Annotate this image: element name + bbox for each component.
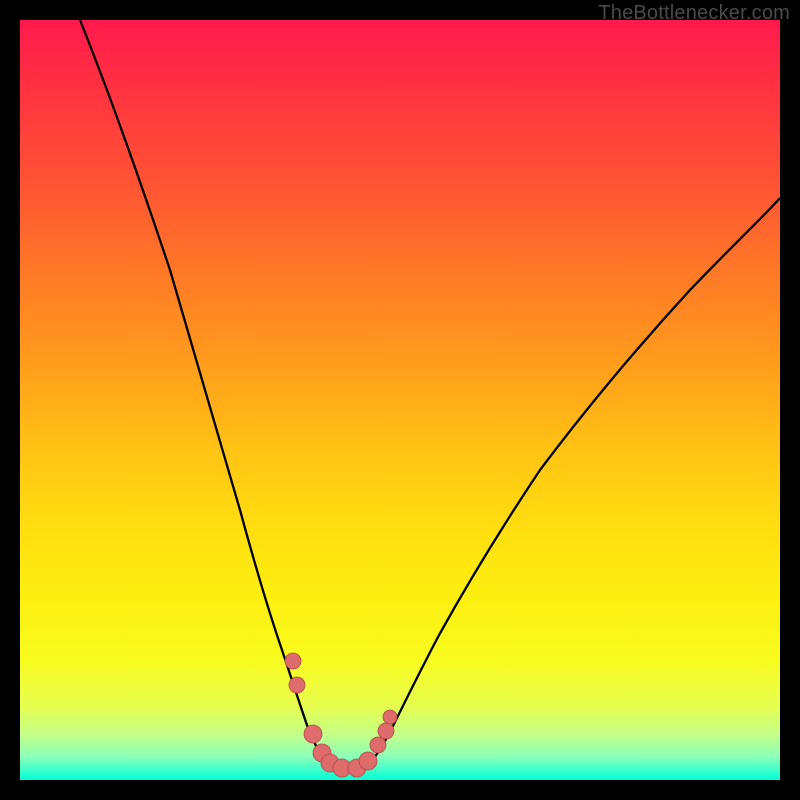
marker-point <box>304 725 322 743</box>
marker-point <box>378 723 394 739</box>
marker-point <box>370 737 386 753</box>
marker-point <box>359 752 377 770</box>
marker-point <box>289 677 305 693</box>
marker-group <box>285 653 397 777</box>
outer-frame: TheBottlenecker.com <box>0 0 800 800</box>
plot-area <box>20 20 780 780</box>
right-curve-path <box>365 198 780 767</box>
marker-point <box>285 653 301 669</box>
marker-point <box>383 710 397 724</box>
chart-svg <box>20 20 780 780</box>
